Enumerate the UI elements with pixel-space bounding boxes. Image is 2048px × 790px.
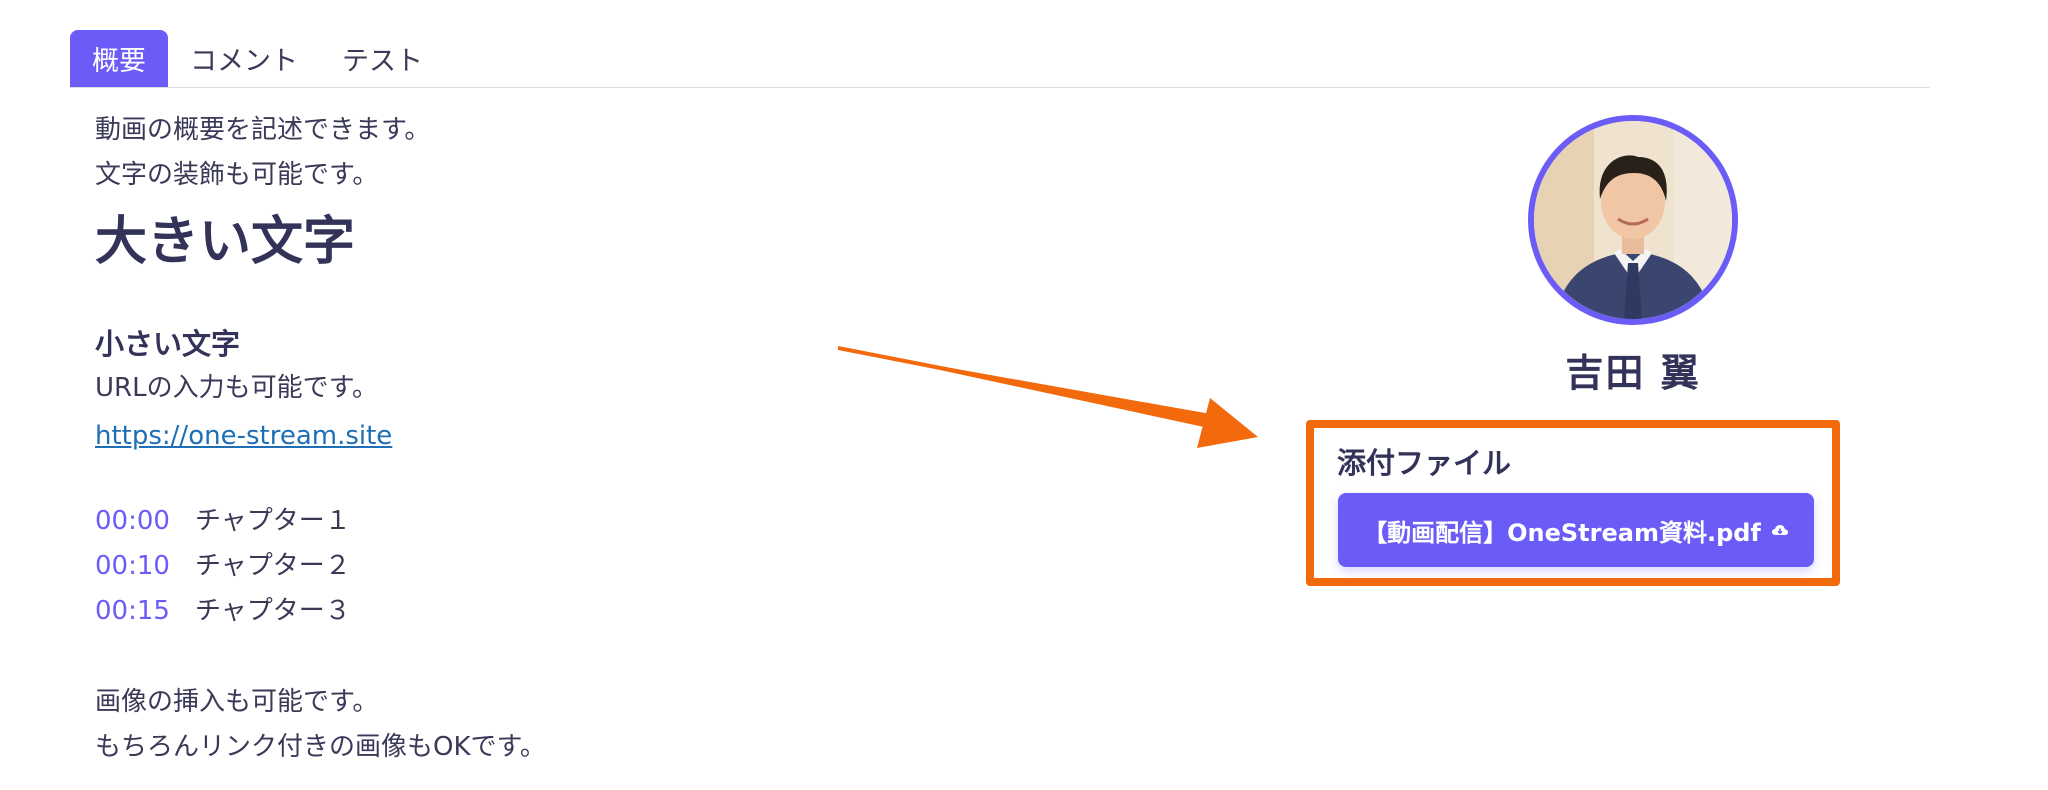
chapter-item: 00:10 チャプター２ bbox=[95, 544, 895, 589]
page: 概要 コメント テスト 動画の概要を記述できます。 文字の装飾も可能です。 大き… bbox=[0, 0, 2048, 790]
presenter-avatar bbox=[1528, 115, 1738, 325]
chapter-item: 00:00 チャプター１ bbox=[95, 499, 895, 544]
cloud-download-icon bbox=[1771, 525, 1788, 535]
annotation-arrow-icon bbox=[838, 346, 1258, 448]
tab-bar: 概要 コメント テスト bbox=[70, 30, 1930, 88]
description-line: 文字の装飾も可能です。 bbox=[95, 160, 379, 190]
chapter-timestamp[interactable]: 00:00 bbox=[95, 499, 195, 544]
description-line: URLの入力も可能です。 bbox=[95, 373, 378, 403]
chapter-title: チャプター２ bbox=[195, 551, 351, 581]
chapter-title: チャプター１ bbox=[195, 506, 351, 536]
large-heading: 大きい文字 bbox=[95, 212, 356, 272]
tab-overview[interactable]: 概要 bbox=[70, 30, 168, 87]
description-line: もちろんリンク付きの画像もOKです。 bbox=[95, 732, 546, 762]
chapter-list: 00:00 チャプター１ 00:10 チャプター２ 00:15 チャプター３ bbox=[95, 499, 895, 634]
attachment-title: 添付ファイル bbox=[1337, 446, 1512, 480]
chapter-item: 00:15 チャプター３ bbox=[95, 589, 895, 634]
tab-test[interactable]: テスト bbox=[320, 30, 445, 87]
overview-content: 動画の概要を記述できます。 文字の装飾も可能です。 大きい文字 小さい文字 UR… bbox=[95, 108, 895, 770]
description-line: 画像の挿入も可能です。 bbox=[95, 687, 379, 717]
chapter-title: チャプター３ bbox=[195, 596, 351, 626]
chapter-timestamp[interactable]: 00:10 bbox=[95, 544, 195, 589]
person-photo-icon bbox=[1534, 121, 1732, 319]
attachment-file-label: 【動画配信】OneStream資料.pdf bbox=[1363, 518, 1761, 547]
presenter-name: 吉田 翼 bbox=[1565, 351, 1701, 395]
attachment-download-button[interactable]: 【動画配信】OneStream資料.pdf bbox=[1338, 493, 1814, 567]
site-link[interactable]: https://one-stream.site bbox=[95, 411, 895, 461]
description-line: 動画の概要を記述できます。 bbox=[95, 115, 431, 145]
tab-comments[interactable]: コメント bbox=[168, 30, 320, 87]
small-heading: 小さい文字 bbox=[95, 327, 241, 361]
chapter-timestamp[interactable]: 00:15 bbox=[95, 589, 195, 634]
